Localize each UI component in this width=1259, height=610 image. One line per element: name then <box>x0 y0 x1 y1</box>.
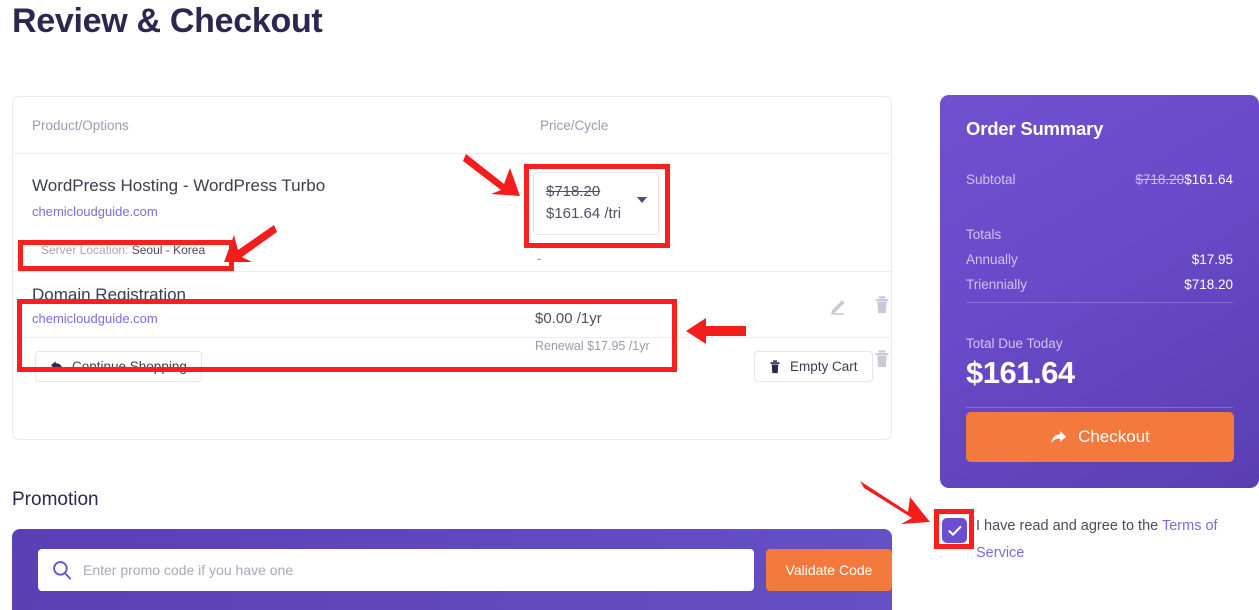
product-name: WordPress Hosting - WordPress Turbo <box>32 176 326 195</box>
subtotal-label: Subtotal <box>966 172 1016 187</box>
column-header-product: Product/Options <box>32 118 129 133</box>
search-icon <box>52 560 72 585</box>
table-row: Domain Registration chemicloudguide.com <box>13 272 891 338</box>
trash-icon <box>770 359 780 373</box>
summary-row-annually: Annually $17.95 <box>966 252 1233 267</box>
server-location-label: Server Location: <box>41 243 129 257</box>
total-due-value: $161.64 <box>966 355 1075 390</box>
annotation-arrow-terms <box>860 481 930 524</box>
terms-checkbox[interactable] <box>942 518 967 543</box>
validate-code-button[interactable]: Validate Code <box>766 549 892 591</box>
product-domain-link[interactable]: chemicloudguide.com <box>32 311 158 326</box>
edit-item-button-2[interactable] <box>828 294 850 316</box>
delete-item-button-2[interactable] <box>871 294 893 316</box>
checkout-page: Review & Checkout Product/Options Price/… <box>0 0 1259 610</box>
summary-row-subtotal: Subtotal $718.20$161.64 <box>966 172 1233 187</box>
triennially-label: Triennially <box>966 277 1028 292</box>
triennially-value: $718.20 <box>1184 277 1233 292</box>
promotion-heading: Promotion <box>12 489 99 510</box>
check-icon <box>947 525 961 536</box>
promo-code-input[interactable] <box>83 549 743 591</box>
continue-shopping-button[interactable]: Continue Shopping <box>35 351 202 382</box>
share-arrow-icon <box>1051 430 1067 443</box>
totals-label: Totals <box>966 227 1002 242</box>
server-location-value: Seoul - Korea <box>131 243 206 257</box>
terms-prefix: I have read and agree to the <box>976 518 1162 534</box>
price-cycle-selector[interactable]: $718.20 $161.64 /tri <box>533 172 659 235</box>
order-summary-card: Order Summary Subtotal $718.20$161.64 To… <box>940 95 1259 488</box>
subtotal-value: $718.20$161.64 <box>1135 172 1233 187</box>
terms-text: I have read and agree to the Terms of Se… <box>976 513 1256 567</box>
trash-icon <box>875 296 889 314</box>
summary-divider <box>966 302 1233 303</box>
subtotal-original: $718.20 <box>1135 172 1185 187</box>
total-due-label: Total Due Today <box>966 336 1063 351</box>
continue-shopping-label: Continue Shopping <box>72 359 187 374</box>
checkout-label: Checkout <box>1078 427 1150 446</box>
checkout-button[interactable]: Checkout <box>966 412 1234 462</box>
cart-actions: Continue Shopping Empty Cart <box>13 338 891 438</box>
subtotal-discounted: $161.64 <box>1184 172 1233 187</box>
domain-renewal-price: Renewal $17.95 /1yr <box>535 339 650 353</box>
annually-value: $17.95 <box>1191 252 1233 267</box>
summary-divider <box>966 407 1233 408</box>
page-title: Review & Checkout <box>12 2 323 40</box>
cart-card: Product/Options Price/Cycle WordPress Ho… <box>12 96 892 440</box>
price-original: $718.20 <box>546 183 601 200</box>
order-summary-title: Order Summary <box>966 118 1104 139</box>
empty-cart-button[interactable]: Empty Cart <box>754 351 873 382</box>
price-dash-artifact: - <box>537 251 542 266</box>
empty-cart-label: Empty Cart <box>790 359 858 374</box>
product-name: Domain Registration <box>32 285 187 304</box>
chevron-down-icon <box>637 197 647 203</box>
pencil-icon <box>831 300 845 315</box>
column-header-price: Price/Cycle <box>540 118 609 133</box>
server-location: Server Location: Seoul - Korea <box>35 240 211 260</box>
promo-input-wrapper <box>38 549 754 591</box>
cart-table-header: Product/Options Price/Cycle <box>13 97 891 154</box>
back-arrow-icon <box>51 361 63 371</box>
annually-label: Annually <box>966 252 1018 267</box>
domain-price: $0.00 /1yr <box>535 310 602 327</box>
table-row: WordPress Hosting - WordPress Turbo chem… <box>13 154 891 369</box>
summary-row-triennially: Triennially $718.20 <box>966 277 1233 292</box>
promotion-bar: Validate Code <box>12 529 892 610</box>
product-domain-link[interactable]: chemicloudguide.com <box>32 204 158 219</box>
price-discounted: $161.64 /tri <box>546 205 622 222</box>
